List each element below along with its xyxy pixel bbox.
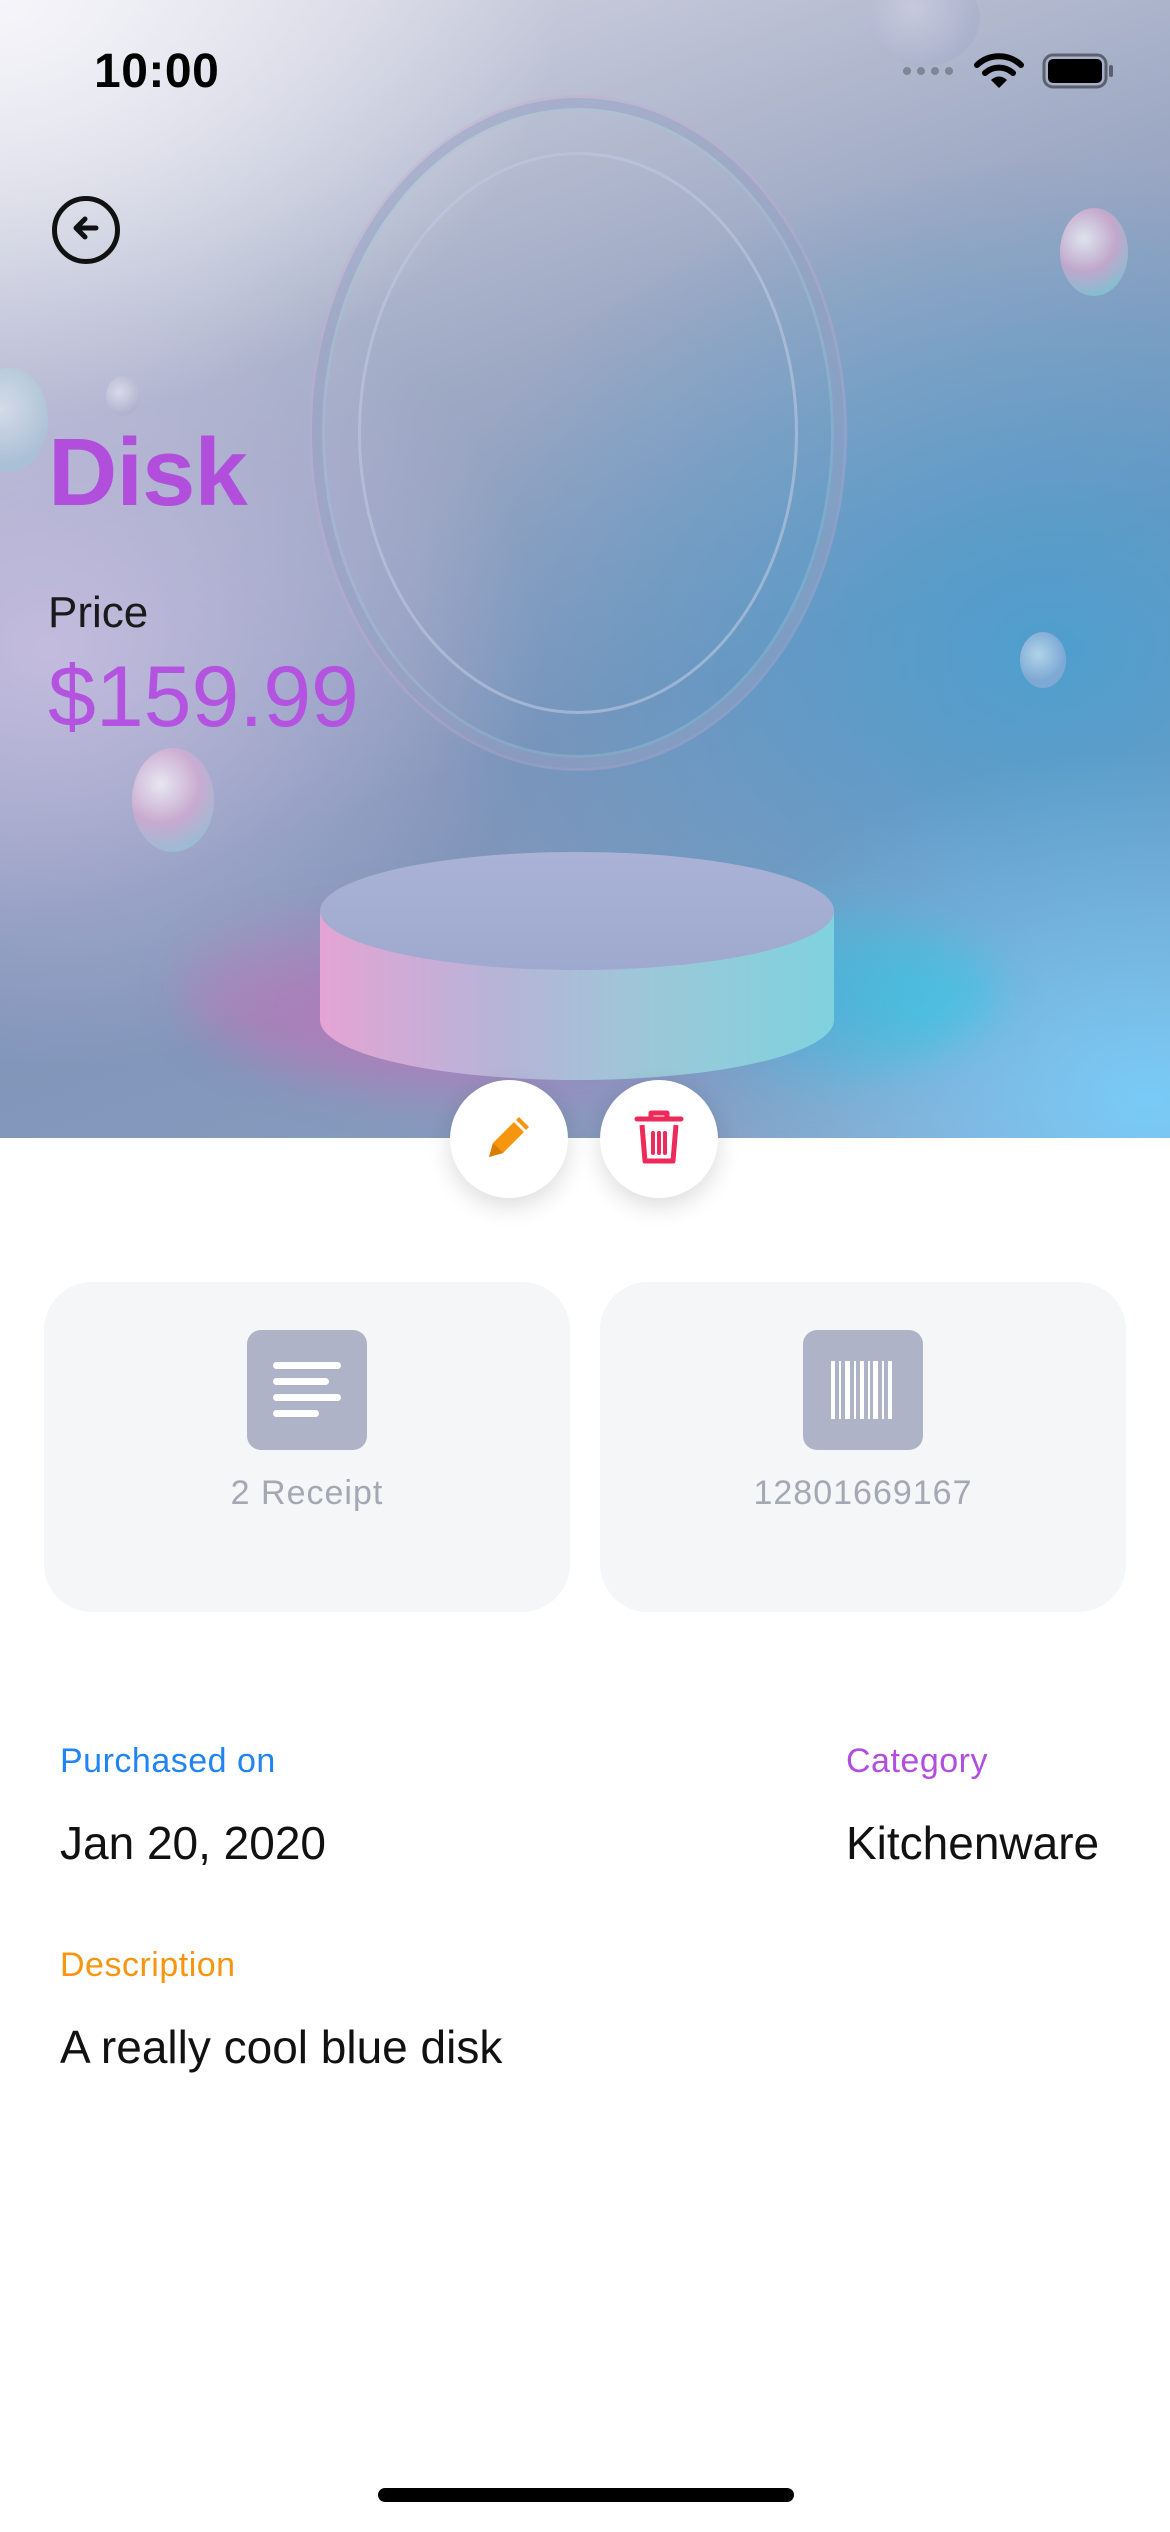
trash-icon (631, 1107, 687, 1172)
decor-ring-inner (358, 152, 798, 714)
decor-bubble (0, 368, 48, 472)
arrow-left-icon (66, 208, 106, 253)
decor-bubble (1020, 632, 1066, 688)
edit-button[interactable] (450, 1080, 568, 1198)
wifi-icon (974, 52, 1024, 95)
receipts-card[interactable]: 2 Receipt (44, 1282, 570, 1612)
pedestal-top (320, 852, 834, 970)
back-button[interactable] (52, 196, 120, 264)
category-value: Kitchenware (846, 1817, 1100, 1869)
barcode-number: 12801669167 (753, 1474, 973, 1512)
cellular-icon (902, 64, 956, 83)
barcode-card[interactable]: 12801669167 (600, 1282, 1126, 1612)
home-indicator[interactable] (378, 2488, 794, 2502)
status-time: 10:00 (94, 45, 220, 98)
receipt-lines-icon (247, 1330, 367, 1450)
description-value: A really cool blue disk (60, 2021, 503, 2073)
product-hero-image (0, 0, 1170, 1138)
item-detail-screen: 10:00 Disk Price $159.99 2 Receipt 12801… (0, 0, 1170, 2532)
decor-bubble (1060, 208, 1128, 296)
barcode-icon (803, 1330, 923, 1450)
pencil-icon (479, 1107, 539, 1172)
receipts-count: 2 Receipt (230, 1474, 384, 1512)
price-value: $159.99 (48, 649, 359, 745)
category-label: Category (846, 1742, 988, 1780)
purchased-on-value: Jan 20, 2020 (60, 1817, 327, 1869)
product-title: Disk (48, 419, 248, 526)
price-label: Price (48, 588, 149, 637)
battery-icon (1042, 53, 1116, 94)
delete-button[interactable] (600, 1080, 718, 1198)
description-label: Description (60, 1946, 236, 1984)
status-icons (902, 52, 1116, 95)
decor-bubble (132, 748, 214, 852)
decor-bubble (106, 376, 140, 416)
purchased-on-label: Purchased on (60, 1742, 276, 1780)
